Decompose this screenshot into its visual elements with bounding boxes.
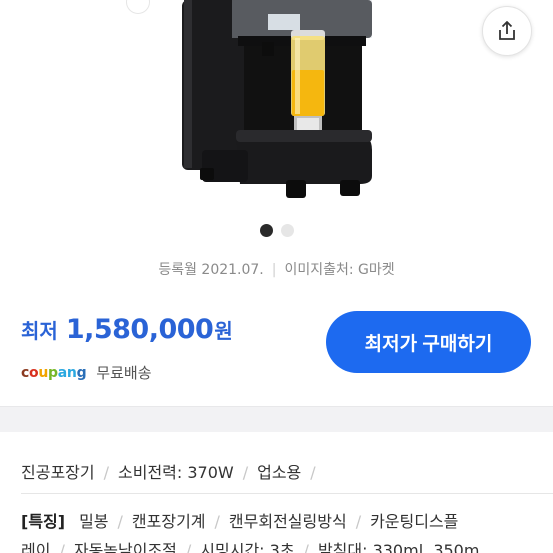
seller-info[interactable]: coupang 무료배송: [21, 362, 152, 383]
shipping-info: 무료배송: [96, 364, 152, 382]
price-unit: 원: [214, 319, 233, 343]
price-label: 최저: [21, 319, 58, 343]
share-button[interactable]: [482, 6, 532, 56]
spec-item: 카운팅디스플: [370, 512, 459, 531]
spec-item: 밀봉: [79, 512, 109, 531]
section-divider: [0, 406, 553, 432]
product-image[interactable]: [0, 0, 553, 213]
spec-item: 업소용: [257, 463, 302, 482]
features-tag: [특징]: [21, 512, 66, 531]
buy-lowest-price-button[interactable]: 최저가 구매하기: [326, 311, 531, 373]
spec-item: 캔포장기계: [131, 512, 206, 531]
spec-line-2: [특징] 밀봉 / 캔포장기계 / 캔무회전실링방식 / 카운팅디스플: [21, 512, 459, 531]
spec-divider: [21, 493, 553, 494]
spec-item: 레이: [21, 541, 51, 553]
product-meta: 등록월 2021.07. | 이미지출처: G마켓: [0, 259, 553, 279]
spec-line-1: 진공포장기 / 소비전력: 370W / 업소용 /: [21, 463, 316, 482]
spec-item: 시밍시간: 3초: [200, 541, 295, 553]
carousel-indicator: [0, 224, 553, 238]
spec-item: 진공포장기: [21, 463, 95, 482]
coupang-logo: coupang: [21, 364, 87, 381]
spec-line-3: 레이 / 자동높낮이조절 / 시밍시간: 3초 / 받침대: 330ml, 350m: [21, 537, 553, 553]
meta-separator: |: [271, 262, 277, 278]
image-source: 이미지출처: G마켓: [284, 262, 395, 278]
lowest-price: 최저 1,580,000 원: [21, 314, 233, 345]
share-icon: [499, 21, 515, 40]
registered-date: 등록월 2021.07.: [158, 262, 264, 278]
spec-item: 소비전력: 370W: [118, 463, 234, 482]
spec-item: 받침대: 330ml, 350m: [317, 541, 480, 553]
spec-item: 자동높낮이조절: [73, 541, 177, 553]
carousel-dot-active[interactable]: [259, 224, 273, 237]
price-value: 1,580,000: [65, 314, 214, 345]
spec-item: 캔무회전실링방식: [228, 512, 347, 531]
sealer-machine-image: [182, 0, 372, 198]
carousel-dot[interactable]: [280, 224, 294, 237]
